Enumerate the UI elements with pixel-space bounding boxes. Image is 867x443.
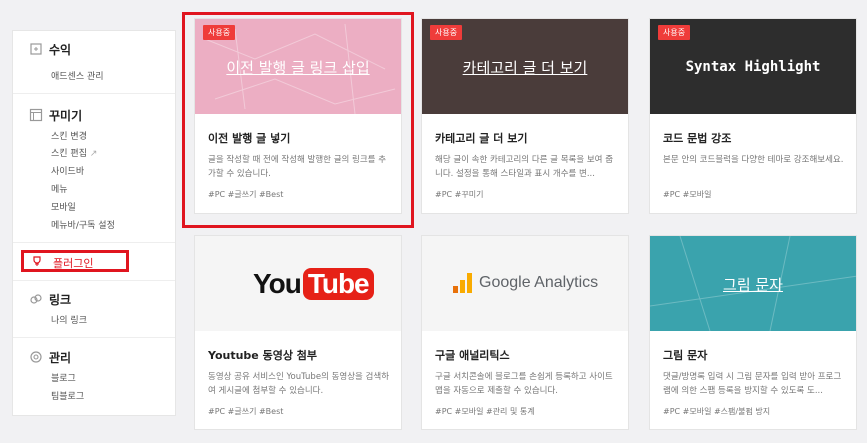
plugin-card-picture-char[interactable]: 그림 문자 그림 문자 댓글/방명록 입력 시 그림 문자를 입력 받아 프로그… (649, 235, 857, 430)
card-description: 댓글/방명록 입력 시 그림 문자를 입력 받아 프로그램에 의한 스팸 등록을… (663, 372, 842, 396)
card-tags: #PC #꾸미기 (435, 190, 484, 199)
card-thumbnail: 그림 문자 (650, 236, 856, 331)
sidebar-item-adsense[interactable]: 애드센스 관리 (51, 69, 104, 82)
google-analytics-wordmark: Google Analytics (479, 274, 599, 291)
sidebar-item-my-link[interactable]: 나의 링크 (51, 313, 87, 326)
sidebar-item-menu[interactable]: 메뉴 (51, 182, 68, 195)
divider (13, 242, 175, 243)
divider (13, 337, 175, 338)
plugin-card-category-more[interactable]: 사용중 카테고리 글 더 보기 카테고리 글 더 보기 해당 글이 속한 카테고… (421, 18, 629, 214)
sidebar-item-menubar[interactable]: 메뉴바/구독 설정 (51, 218, 115, 231)
sidebar-item-plugin[interactable]: 플러그인 (53, 255, 93, 271)
selected-card-highlight (182, 12, 414, 228)
card-title: 코드 문법 강조 (663, 132, 732, 145)
youtube-logo: You Tube (253, 266, 374, 302)
sidebar-item-mobile[interactable]: 모바일 (51, 200, 76, 213)
card-tags: #PC #글쓰기 #Best (208, 407, 284, 416)
card-title: 그림 문자 (663, 349, 708, 362)
card-description: 동영상 공유 서비스인 YouTube의 동영상을 검색하여 게시글에 첨부할 … (208, 372, 390, 396)
divider (13, 93, 175, 94)
card-tags: #PC #모바일 #스팸/불펌 방지 (663, 407, 771, 416)
thumb-title: 카테고리 글 더 보기 (462, 59, 588, 77)
sidebar-item-skin-edit[interactable]: 스킨 편집 ↗ (51, 146, 97, 159)
thumb-title: Syntax Highlight (685, 59, 821, 75)
plugin-icon (33, 256, 41, 266)
card-thumbnail: 사용중 카테고리 글 더 보기 (422, 19, 628, 114)
card-thumbnail: You Tube (195, 236, 401, 331)
sidebar-item-blog[interactable]: 블로그 (51, 371, 76, 384)
card-description: 본문 안의 코드블럭을 다양한 테마로 강조해보세요. (663, 155, 844, 165)
sidebar-item-sidebar[interactable]: 사이드바 (51, 164, 84, 177)
sidebar: 수익 애드센스 관리 꾸미기 스킨 변경 스킨 편집 ↗ 사이드바 메뉴 모바일… (12, 30, 176, 416)
link-icon (30, 294, 42, 304)
gear-icon (30, 351, 42, 363)
card-title: Youtube 동영상 첨부 (208, 349, 318, 362)
card-description: 해당 글이 속한 카테고리의 다른 글 목록을 보여 줍니다. 설정을 통해 스… (435, 155, 614, 179)
in-use-badge: 사용중 (658, 25, 691, 40)
sidebar-head-decorate[interactable]: 꾸미기 (29, 107, 82, 124)
layout-icon (29, 108, 43, 122)
plugin-card-youtube[interactable]: You Tube Youtube 동영상 첨부 동영상 공유 서비스인 YouT… (194, 235, 402, 430)
sidebar-head-manage[interactable]: 관리 (29, 349, 71, 366)
sidebar-item-team-blog[interactable]: 팀블로그 (51, 389, 84, 402)
revenue-icon (30, 43, 42, 55)
analytics-bars-icon (453, 273, 472, 293)
in-use-badge: 사용중 (430, 25, 463, 40)
sidebar-head-revenue[interactable]: 수익 (29, 41, 71, 58)
card-tags: #PC #모바일 (663, 190, 712, 199)
sidebar-head-link[interactable]: 링크 (29, 291, 71, 308)
plugin-card-syntax-highlight[interactable]: 사용중 Syntax Highlight 코드 문법 강조 본문 안의 코드블럭… (649, 18, 857, 214)
card-thumbnail: 사용중 Syntax Highlight (650, 19, 856, 114)
card-tags: #PC #모바일 #관리 및 통계 (435, 407, 535, 416)
card-thumbnail: Google Analytics (422, 236, 628, 331)
sidebar-item-skin-change[interactable]: 스킨 변경 (51, 129, 87, 142)
plugin-card-google-analytics[interactable]: Google Analytics 구글 애널리틱스 구글 서치콘솔에 블로그를 … (421, 235, 629, 430)
card-title: 구글 애널리틱스 (435, 349, 510, 362)
external-link-icon: ↗ (89, 149, 98, 159)
card-description: 구글 서치콘솔에 블로그를 손쉽게 등록하고 사이트맵을 자동으로 제출할 수 … (435, 372, 613, 396)
card-title: 카테고리 글 더 보기 (435, 132, 528, 145)
thumb-title: 그림 문자 (723, 276, 783, 294)
divider (13, 280, 175, 281)
